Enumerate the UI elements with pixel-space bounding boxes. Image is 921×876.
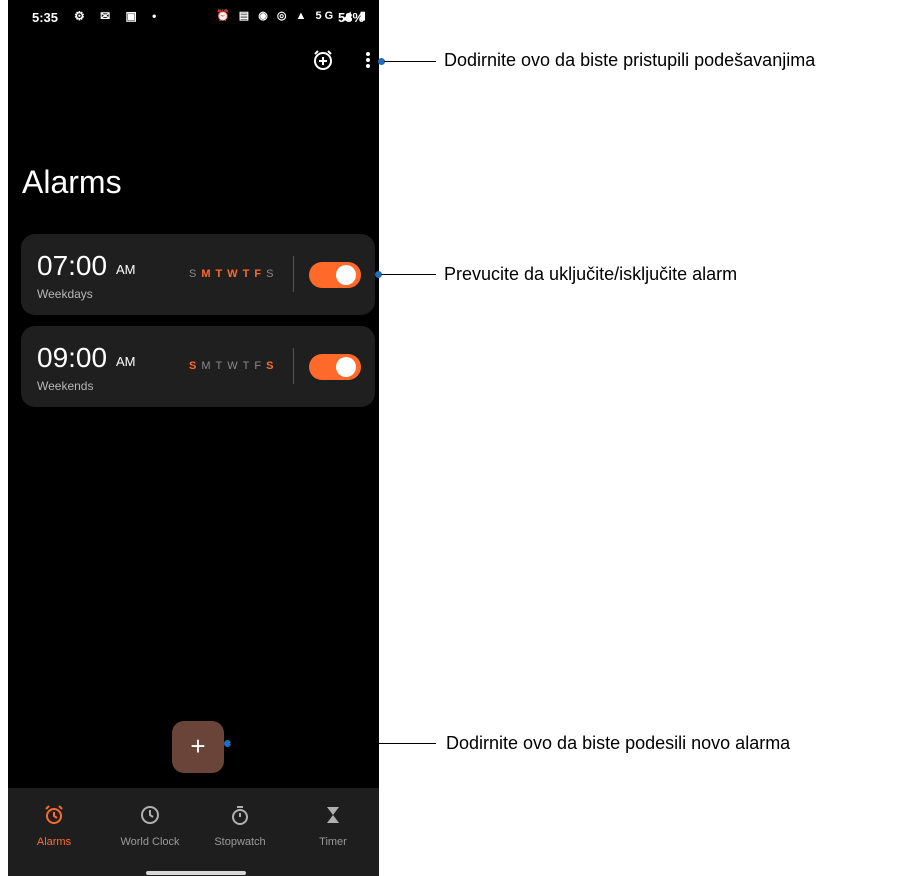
page-title: Alarms <box>22 164 122 200</box>
alarm-days: SMTWTFS <box>189 360 278 372</box>
weekday-letter: T <box>242 268 255 280</box>
bottom-nav: Alarms World Clock Stopwatch Timer <box>8 788 379 876</box>
alarm-ampm: AM <box>116 262 136 277</box>
weekday-letter: M <box>201 360 216 372</box>
weekday-letter: S <box>266 360 279 372</box>
clock-icon <box>141 806 159 824</box>
stopwatch-icon <box>232 806 248 825</box>
callout-toggle: Prevucite da uključite/isključite alarm <box>444 264 738 284</box>
divider <box>293 256 294 292</box>
more-vert-icon <box>366 52 370 68</box>
callout-line <box>230 743 436 744</box>
add-alarm-button[interactable]: + <box>172 721 224 773</box>
alarm-card[interactable]: 07:00 AM Weekdays SMTWTFS <box>21 234 375 315</box>
nav-item-alarms[interactable]: Alarms <box>8 788 100 876</box>
bedtime-alarm-button[interactable] <box>308 45 338 75</box>
weekday-letter: T <box>215 360 228 372</box>
toggle-knob <box>336 265 356 285</box>
weekday-letter: F <box>254 268 267 280</box>
weekday-letter: S <box>266 268 279 280</box>
alarm-label: Weekdays <box>37 287 93 301</box>
weekday-letter: T <box>215 268 228 280</box>
divider <box>293 348 294 384</box>
nav-label: Stopwatch <box>214 836 266 848</box>
nav-label: Timer <box>319 836 347 848</box>
alarm-label: Weekends <box>37 379 94 393</box>
weekday-letter: T <box>242 360 255 372</box>
weekday-letter: S <box>189 360 202 372</box>
alarm-toggle[interactable] <box>309 262 361 288</box>
phone-screen: 5:35 ⚙ ✉ ▣ • ⏰ ▤ ◉ ◎ ▲ 5G ◢ ▮ 58% Alarms… <box>8 0 379 876</box>
callout-add: Dodirnite ovo da biste podesili novo ala… <box>446 733 791 753</box>
nav-item-world-clock[interactable]: World Clock <box>104 788 196 876</box>
nav-label: Alarms <box>36 836 72 848</box>
status-bar: 5:35 ⚙ ✉ ▣ • ⏰ ▤ ◉ ◎ ▲ 5G ◢ ▮ 58% <box>8 0 379 38</box>
nav-item-stopwatch[interactable]: Stopwatch <box>194 788 286 876</box>
alarm-toggle[interactable] <box>309 354 361 380</box>
more-options-button[interactable] <box>360 45 376 75</box>
alarm-time: 09:00 <box>37 342 108 373</box>
callout-line <box>381 274 436 275</box>
weekday-letter: S <box>189 268 202 280</box>
home-indicator[interactable] <box>146 871 246 875</box>
weekday-letter: F <box>254 360 267 372</box>
weekday-letter: W <box>227 268 243 280</box>
toggle-knob <box>336 357 356 377</box>
status-time: 5:35 <box>32 10 59 25</box>
callout-line <box>384 61 436 62</box>
callout-settings: Dodirnite ovo da biste pristupili podeša… <box>444 50 816 70</box>
alarm-add-icon <box>314 50 332 70</box>
alarm-ampm: AM <box>116 354 136 369</box>
hourglass-icon <box>327 807 339 823</box>
alarm-time: 07:00 <box>37 250 108 281</box>
battery-percent: 58% <box>338 10 365 25</box>
alarm-card[interactable]: 09:00 AM Weekends SMTWTFS <box>21 326 375 407</box>
nav-label: World Clock <box>120 836 180 848</box>
status-left-icons: ⚙ ✉ ▣ • <box>74 9 163 23</box>
nav-item-timer[interactable]: Timer <box>287 788 379 876</box>
alarm-icon <box>45 805 63 824</box>
alarm-days: SMTWTFS <box>189 268 278 280</box>
weekday-letter: M <box>201 268 216 280</box>
weekday-letter: W <box>227 360 243 372</box>
